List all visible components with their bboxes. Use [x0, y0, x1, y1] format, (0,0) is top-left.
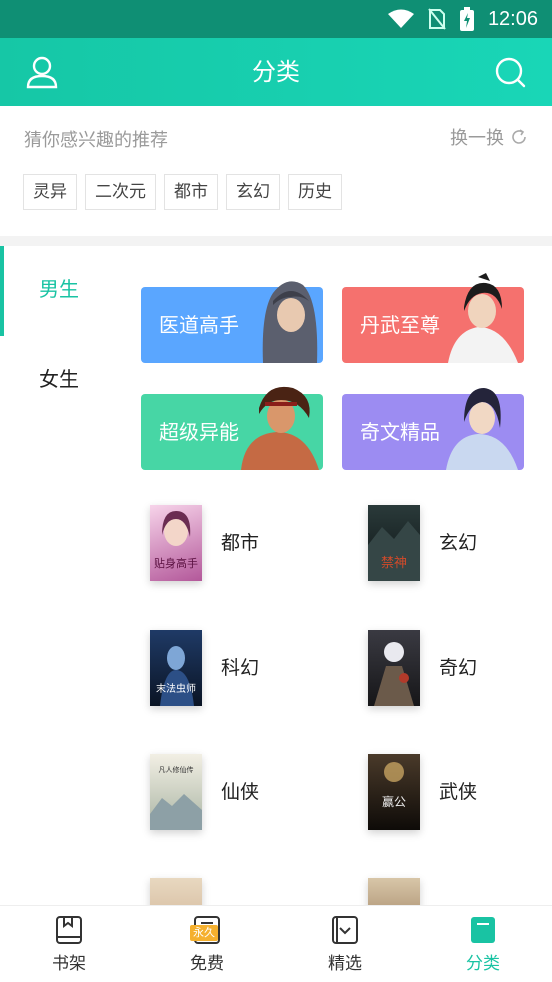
- tab-free[interactable]: 永久 免费: [138, 906, 276, 982]
- status-time: 12:06: [487, 7, 538, 30]
- book-cover-art-icon: 凡人修仙传: [150, 765, 202, 830]
- book-cover-title: 末法虫师: [156, 682, 196, 695]
- tab-label: 精选: [328, 954, 362, 974]
- no-sim-icon: [428, 8, 446, 30]
- tag-item[interactable]: 玄幻: [226, 174, 280, 210]
- character-illustration-icon: [241, 386, 319, 470]
- book-cover: 禁神: [368, 505, 420, 581]
- refresh-icon: [512, 129, 526, 144]
- book-cover-title: 凡人修仙传: [159, 765, 194, 774]
- featured-card[interactable]: 丹武至尊: [342, 273, 524, 363]
- search-icon: [495, 57, 526, 88]
- category-item-qihuan[interactable]: 奇幻: [368, 630, 548, 710]
- category-icon: [471, 917, 495, 943]
- character-illustration-icon: [448, 273, 518, 363]
- featured-card[interactable]: 医道高手: [141, 281, 323, 363]
- tab-label: 书架: [52, 954, 86, 974]
- book-cover-art-icon: 赢公: [382, 762, 406, 809]
- category-name: 奇幻: [439, 657, 478, 679]
- featured-icon: [332, 916, 358, 944]
- category-name: 科幻: [221, 657, 260, 679]
- bottom-nav: 书架 永久 免费 精选 分类: [0, 905, 552, 982]
- book-cover-title: 赢公: [382, 794, 406, 809]
- book-cover: 赢公: [368, 754, 420, 830]
- battery-icon: [459, 7, 474, 31]
- category-item-xuanhuan[interactable]: 禁神 玄幻: [368, 505, 548, 585]
- tag-list: 灵异 二次元 都市 玄幻 历史: [23, 174, 342, 210]
- book-cover: 凡人修仙传: [150, 754, 202, 830]
- featured-card[interactable]: 超级异能: [141, 386, 323, 470]
- book-cover: 末法虫师: [150, 630, 202, 706]
- category-item-wuxia[interactable]: 赢公 武侠: [368, 754, 548, 834]
- tab-featured[interactable]: 精选: [276, 906, 414, 982]
- featured-card[interactable]: 奇文精品: [342, 388, 524, 470]
- search-button[interactable]: [490, 52, 530, 92]
- tab-label: 分类: [466, 954, 500, 974]
- category-item-kehuan[interactable]: 末法虫师 科幻: [150, 630, 330, 710]
- gender-tab-male[interactable]: 男生: [0, 246, 120, 336]
- category-item-xianxia[interactable]: 凡人修仙传 仙侠: [150, 754, 330, 834]
- section-divider: [0, 236, 552, 246]
- featured-card-label: 超级异能: [159, 420, 239, 444]
- category-item-dushi[interactable]: 贴身高手 都市: [150, 505, 330, 585]
- tab-label: 免费: [190, 954, 224, 974]
- category-name: 都市: [221, 532, 260, 554]
- gender-tabs: 男生 女生: [0, 246, 120, 426]
- refresh-label: 换一换: [450, 128, 504, 149]
- app-bar: 分类: [0, 38, 552, 106]
- category-name: 玄幻: [439, 532, 478, 554]
- book-cover-title: 贴身高手: [154, 556, 198, 570]
- book-cover-art-icon: [374, 642, 414, 706]
- bookshelf-icon: [56, 916, 82, 944]
- book-cover-art-icon: 末法虫师: [156, 646, 196, 706]
- book-cover: [368, 630, 420, 706]
- free-icon: 永久: [190, 915, 222, 945]
- featured-card-label: 丹武至尊: [360, 313, 440, 337]
- tab-bookshelf[interactable]: 书架: [0, 906, 138, 982]
- recommend-hint: 猜你感兴趣的推荐: [24, 130, 168, 151]
- book-cover-art-icon: 贴身高手: [154, 511, 198, 570]
- tab-category[interactable]: 分类: [414, 906, 552, 982]
- page-title: 分类: [252, 58, 300, 86]
- refresh-button[interactable]: 换一换: [450, 124, 528, 150]
- book-cover: 贴身高手: [150, 505, 202, 581]
- tag-item[interactable]: 都市: [164, 174, 218, 210]
- tag-item[interactable]: 历史: [288, 174, 342, 210]
- recommend-section: 猜你感兴趣的推荐 换一换 灵异 二次元 都市 玄幻 历史: [0, 106, 552, 236]
- category-name: 仙侠: [221, 781, 260, 803]
- book-cover-title: 禁神: [381, 556, 407, 571]
- tag-item[interactable]: 二次元: [85, 174, 156, 210]
- character-illustration-icon: [446, 388, 518, 470]
- featured-card-label: 奇文精品: [360, 420, 440, 444]
- book-cover-art-icon: 禁神: [368, 521, 420, 581]
- tag-item[interactable]: 灵异: [23, 174, 77, 210]
- wifi-icon: [387, 9, 414, 28]
- category-name: 武侠: [439, 781, 478, 803]
- status-bar: 12:06: [0, 0, 552, 38]
- character-illustration-icon: [262, 281, 318, 363]
- featured-card-label: 医道高手: [159, 313, 239, 337]
- gender-tab-female[interactable]: 女生: [0, 336, 120, 426]
- free-badge: 永久: [190, 925, 218, 941]
